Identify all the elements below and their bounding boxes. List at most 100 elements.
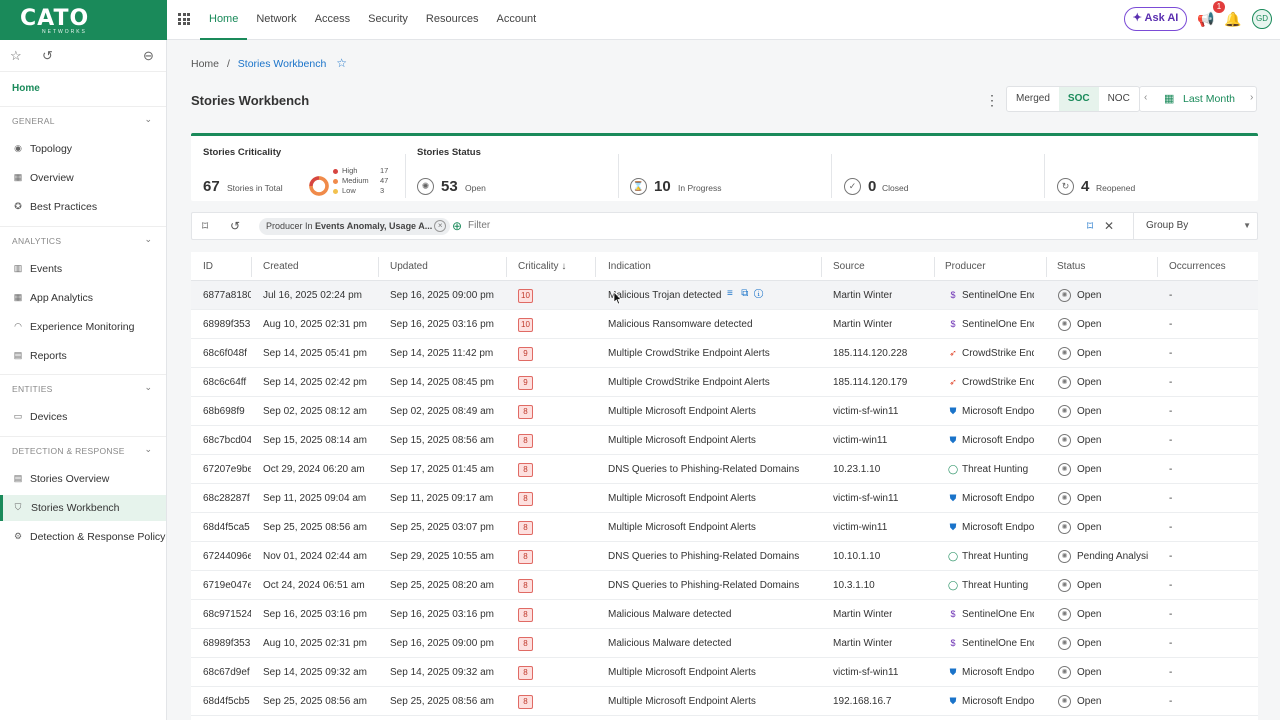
criticality-donut: [309, 176, 329, 196]
microsoft-defender-logo-icon: ⛊: [949, 522, 957, 532]
sidebar-item-best-practices[interactable]: ✪ Best Practices: [0, 194, 166, 220]
sidebar-item-experience-monitoring[interactable]: ◠ Experience Monitoring: [0, 314, 166, 340]
add-filter-icon[interactable]: ⊕: [452, 219, 462, 233]
cell-indication[interactable]: DNS Queries to Phishing-Related Domains: [608, 580, 799, 591]
sidebar-item-detection-response-policy[interactable]: ⚙ Detection & Response Policy: [0, 524, 166, 550]
cell-source: Martin Winter: [833, 609, 893, 620]
cell-indication[interactable]: Multiple CrowdStrike Endpoint Alerts: [608, 348, 770, 359]
table-row[interactable]: 67207e9be Oct 29, 2024 06:20 am Sep 17, 20…: [191, 455, 1258, 484]
table-row[interactable]: 68c28287f Sep 11, 2025 09:04 am Sep 11, 20…: [191, 484, 1258, 513]
breadcrumb-home[interactable]: Home: [191, 58, 219, 70]
table-row[interactable]: 68c7bcd04 Sep 15, 2025 08:14 am Sep 15, 20…: [191, 426, 1258, 455]
sidebar-section-analytics[interactable]: ANALYTICS ⌄: [0, 226, 166, 254]
sidebar-item-overview[interactable]: ▦ Overview: [0, 165, 166, 191]
menu-lines-icon[interactable]: ≡: [727, 288, 733, 299]
col-updated[interactable]: Updated: [390, 261, 428, 272]
cell-indication[interactable]: Multiple Microsoft Endpoint Alerts: [608, 522, 756, 533]
cell-indication[interactable]: Multiple Microsoft Endpoint Alerts: [608, 696, 756, 707]
cell-indication[interactable]: Multiple Microsoft Endpoint Alerts: [608, 493, 756, 504]
table-row[interactable]: 68989f353 Aug 10, 2025 02:31 pm Sep 16, 20…: [191, 629, 1258, 658]
megaphone-icon[interactable]: 📢: [1197, 10, 1215, 28]
sidebar-item-stories-workbench[interactable]: ⛉ Stories Workbench: [0, 495, 166, 521]
cell-indication[interactable]: DNS Queries to Phishing-Related Domains: [608, 551, 799, 562]
sidebar-section-detection-response[interactable]: DETECTION & RESPONSE ⌄: [0, 436, 166, 464]
table-row[interactable]: 68d4f5ca5 Sep 25, 2025 08:56 am Sep 25, 20…: [191, 513, 1258, 542]
nav-security[interactable]: Security: [359, 0, 417, 40]
table-row[interactable]: 67244096e Nov 01, 2024 02:44 am Sep 29, 20…: [191, 542, 1258, 571]
table-row[interactable]: 68c971524 Sep 16, 2025 03:16 pm Sep 16, 20…: [191, 600, 1258, 629]
user-avatar[interactable]: GD: [1252, 9, 1272, 29]
criticality-badge: 9: [518, 376, 533, 390]
nav-home[interactable]: Home: [200, 0, 248, 40]
table-row[interactable]: 68d4f5cb5 Sep 25, 2025 08:56 am Sep 25, 20…: [191, 687, 1258, 716]
help-circle-icon[interactable]: ⓘ: [754, 288, 763, 299]
group-by-select[interactable]: Group By ▼: [1133, 213, 1258, 239]
save-bookmark-icon[interactable]: ⌑: [1087, 219, 1093, 233]
col-indication[interactable]: Indication: [608, 261, 651, 272]
cell-created: Aug 10, 2025 02:31 pm: [263, 638, 367, 649]
cell-indication[interactable]: Multiple Microsoft Endpoint Alerts: [608, 667, 756, 678]
col-created[interactable]: Created: [263, 261, 299, 272]
ask-ai-button[interactable]: ✦ Ask AI: [1124, 7, 1187, 31]
table-row[interactable]: 68b698f9 Sep 02, 2025 08:12 am Sep 02, 202…: [191, 397, 1258, 426]
apps-grid-icon[interactable]: [178, 13, 190, 25]
sidebar-item-reports[interactable]: ▤ Reports: [0, 343, 166, 369]
filter-input[interactable]: Filter: [468, 220, 490, 231]
sidebar-item-app-analytics[interactable]: ▦ App Analytics: [0, 285, 166, 311]
col-status[interactable]: Status: [1057, 261, 1085, 272]
chevron-right-icon[interactable]: ›: [1250, 92, 1253, 103]
open-external-icon[interactable]: ⧉: [741, 288, 748, 299]
chevron-left-icon[interactable]: ‹: [1144, 92, 1147, 103]
star-icon[interactable]: ☆: [10, 48, 22, 64]
cell-indication[interactable]: Malicious Malware detected: [608, 638, 731, 649]
col-source[interactable]: Source: [833, 261, 865, 272]
nav-resources[interactable]: Resources: [417, 0, 488, 40]
history-icon[interactable]: ↺: [230, 219, 240, 233]
cell-indication[interactable]: DNS Queries to Phishing-Related Domains: [608, 464, 799, 475]
nav-access[interactable]: Access: [306, 0, 359, 40]
sidebar-item-events[interactable]: ▥ Events: [0, 256, 166, 282]
cell-indication[interactable]: Malicious Malware detected: [608, 609, 731, 620]
table-row[interactable]: 68c6c64ff Sep 14, 2025 02:42 pm Sep 14, 20…: [191, 368, 1258, 397]
cell-producer: SentinelOne End: [962, 609, 1034, 620]
col-occurrences[interactable]: Occurrences: [1169, 261, 1226, 272]
bookmark-icon[interactable]: ⌑: [202, 219, 208, 233]
sidebar-item-devices[interactable]: ▭ Devices: [0, 404, 166, 430]
nav-network[interactable]: Network: [247, 0, 305, 40]
cell-indication[interactable]: Multiple Microsoft Endpoint Alerts: [608, 435, 756, 446]
view-soc[interactable]: SOC: [1058, 87, 1099, 111]
cell-updated: Sep 16, 2025 09:00 pm: [390, 290, 494, 301]
history-icon[interactable]: ↺: [42, 48, 53, 64]
sidebar-item-topology[interactable]: ◉ Topology: [0, 136, 166, 162]
sidebar-item-stories-overview[interactable]: ▤ Stories Overview: [0, 466, 166, 492]
col-criticality[interactable]: Criticality ↓: [518, 261, 566, 272]
view-noc[interactable]: NOC: [1099, 87, 1139, 111]
col-id[interactable]: ID: [203, 261, 213, 272]
view-merged[interactable]: Merged: [1007, 87, 1059, 111]
sidebar-section-entities[interactable]: ENTITIES ⌄: [0, 374, 166, 402]
producer-filter-chip[interactable]: Producer In Events Anomaly, Usage A... ×: [259, 218, 451, 235]
more-options-icon[interactable]: ⋮: [985, 92, 999, 109]
clear-filters-icon[interactable]: ✕: [1104, 219, 1114, 233]
table-row[interactable]: 68c6f048f Sep 14, 2025 05:41 pm Sep 14, 20…: [191, 339, 1258, 368]
time-range-picker[interactable]: ‹ ▦ Last Month ›: [1139, 86, 1257, 112]
table-row[interactable]: 6719e047e Oct 24, 2024 06:51 am Sep 25, 20…: [191, 571, 1258, 600]
bell-icon[interactable]: 🔔: [1224, 10, 1242, 28]
col-producer[interactable]: Producer: [945, 261, 986, 272]
nav-account[interactable]: Account: [487, 0, 545, 40]
chevron-down-icon: ⌄: [144, 444, 152, 454]
cell-indication[interactable]: Multiple Microsoft Endpoint Alerts: [608, 406, 756, 417]
table-row[interactable]: 6877a8180 Jul 16, 2025 02:24 pm Sep 16, 20…: [191, 281, 1258, 310]
sidebar-section-general[interactable]: GENERAL ⌄: [0, 106, 166, 134]
table-row[interactable]: 68989f353 Aug 10, 2025 02:31 pm Sep 16, 20…: [191, 310, 1258, 339]
favorite-star-icon[interactable]: ☆: [336, 56, 347, 70]
cell-indication[interactable]: Malicious Trojan detected: [608, 290, 721, 301]
table-row[interactable]: 68c67d9ef Sep 14, 2025 09:32 am Sep 14, 20…: [191, 658, 1258, 687]
collapse-sidebar-icon[interactable]: ⊖: [143, 48, 154, 64]
remove-chip-icon[interactable]: ×: [434, 220, 447, 232]
breadcrumb-current[interactable]: Stories Workbench: [238, 58, 327, 70]
cato-logo[interactable]: CATO NETWORKS: [0, 0, 167, 40]
cell-indication[interactable]: Multiple CrowdStrike Endpoint Alerts: [608, 377, 770, 388]
sidebar-item-home[interactable]: Home: [12, 83, 40, 94]
cell-indication[interactable]: Malicious Ransomware detected: [608, 319, 753, 330]
